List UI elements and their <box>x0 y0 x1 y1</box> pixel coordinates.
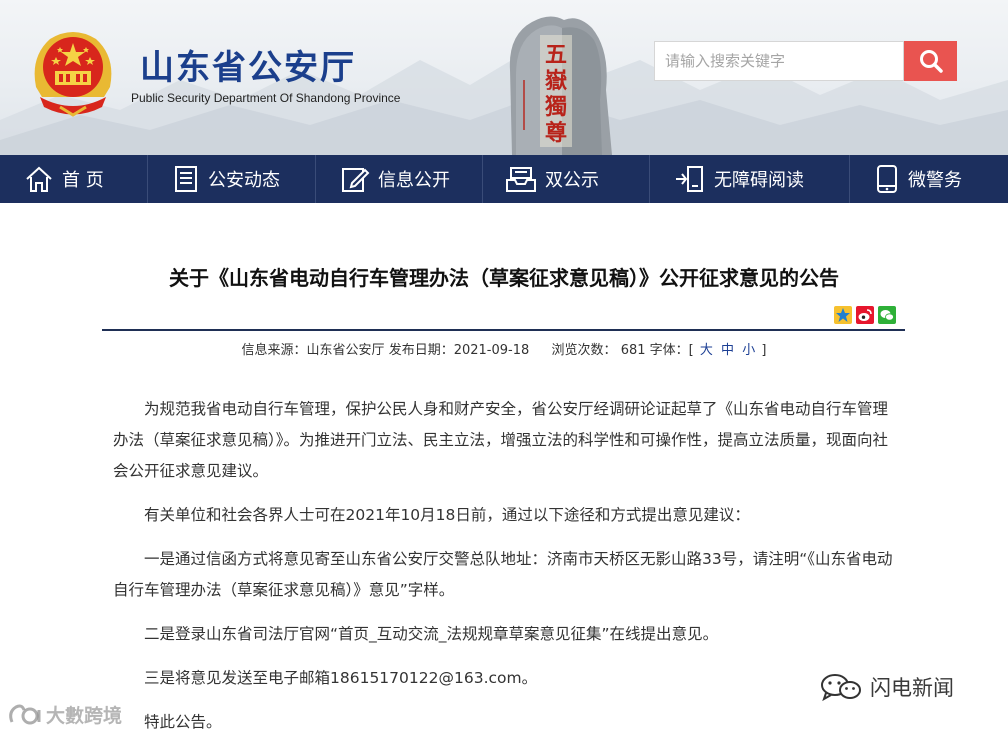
nav-label-double-publicity: 双公示 <box>545 170 599 191</box>
share-bar <box>834 306 896 324</box>
news-icon <box>172 164 200 194</box>
magnifier-icon <box>919 50 943 73</box>
nav-label-home: 首 页 <box>62 170 104 191</box>
tray-icon <box>505 164 537 194</box>
paragraph: 一是通过信函方式将意见寄至山东省公安厅交警总队地址：济南市天桥区无影山路33号，… <box>113 550 893 599</box>
qzone-share-icon[interactable] <box>834 306 852 324</box>
home-icon <box>24 164 54 194</box>
article-meta: 信息来源：山东省公安厅 发布日期：2021-09-18 浏览次数： 681 字体… <box>0 339 1008 358</box>
edit-icon <box>340 164 370 194</box>
national-emblem-icon <box>34 32 112 117</box>
article-body: 为规范我省电动自行车管理，保护公民人身和财产安全，省公安厅经调研论证起草了《山东… <box>113 394 893 751</box>
watermark-left-text: 大數跨境 <box>46 705 123 727</box>
nav-label-police-news: 公安动态 <box>208 170 280 191</box>
font-size-bracket: ] <box>761 343 767 358</box>
article-title: 关于《山东省电动自行车管理办法（草案征求意见稿）》公开征求意见的公告 <box>169 266 839 290</box>
stone-char-3: 獨 <box>544 94 567 120</box>
font-size-large-link[interactable]: 大 <box>700 343 713 358</box>
paragraph: 三是将意见发送至电子邮箱18615170122@163.com。 <box>144 669 538 687</box>
font-size-label: 字体：[ <box>649 343 694 358</box>
wechat-share-icon[interactable] <box>878 306 896 324</box>
paragraph: 为规范我省电动自行车管理，保护公民人身和财产安全，省公安厅经调研论证起草了《山东… <box>113 400 889 480</box>
weibo-share-icon[interactable] <box>856 306 874 324</box>
nav-item-info-disclosure[interactable]: 信息公开 <box>316 155 483 203</box>
watermark-left: 大數跨境 <box>6 701 122 728</box>
watermark-logo-icon <box>9 704 41 724</box>
nav-item-wechat-police[interactable]: 微警务 <box>850 155 1008 203</box>
stone-char-2: 嶽 <box>545 68 567 94</box>
wechat-official-icon <box>821 674 861 702</box>
nav-label-wechat-police: 微警务 <box>908 170 962 191</box>
site-title: 山东省公安厅 <box>140 48 356 88</box>
main-nav: 首 页 公安动态 信息公开 双公示 无障碍阅读 微警务 <box>0 155 1008 203</box>
title-divider <box>102 329 905 331</box>
nav-label-accessible-reading: 无障碍阅读 <box>714 170 804 191</box>
nav-item-home[interactable]: 首 页 <box>0 155 148 203</box>
nav-item-police-news[interactable]: 公安动态 <box>148 155 316 203</box>
paragraph: 有关单位和社会各界人士可在2021年10月18日前，通过以下途径和方式提出意见建… <box>144 506 750 524</box>
mobile-icon <box>874 164 900 194</box>
nav-item-double-publicity[interactable]: 双公示 <box>483 155 650 203</box>
site-subtitle: Public Security Department Of Shandong P… <box>131 91 401 105</box>
font-size-small-link[interactable]: 小 <box>742 343 755 358</box>
views-count: 681 <box>620 343 646 358</box>
font-size-medium-link[interactable]: 中 <box>721 343 734 358</box>
paragraph: 特此公告。 <box>144 713 222 731</box>
paragraph: 二是登录山东省司法厅官网“首页_互动交流_法规规章草案意见征集”在线提出意见。 <box>144 625 719 643</box>
accessibility-icon <box>674 164 706 194</box>
search-button[interactable] <box>904 41 957 81</box>
watermark-right-text: 闪电新闻 <box>870 676 954 700</box>
search-input[interactable] <box>654 41 904 81</box>
nav-item-accessible-reading[interactable]: 无障碍阅读 <box>650 155 850 203</box>
stone-char-1: 五 <box>545 42 567 68</box>
info-source: 信息来源：山东省公安厅 <box>241 343 385 358</box>
taishan-stone-image: 五 嶽 獨 尊 <box>509 16 612 155</box>
publish-date: 发布日期：2021-09-18 <box>388 343 530 358</box>
watermark-right: 闪电新闻 <box>818 672 954 702</box>
stone-char-4: 尊 <box>545 120 567 146</box>
nav-label-info-disclosure: 信息公开 <box>378 170 450 191</box>
site-header: 山东省公安厅 Public Security Department Of Sha… <box>0 0 1008 155</box>
views-label: 浏览次数： <box>551 343 617 358</box>
